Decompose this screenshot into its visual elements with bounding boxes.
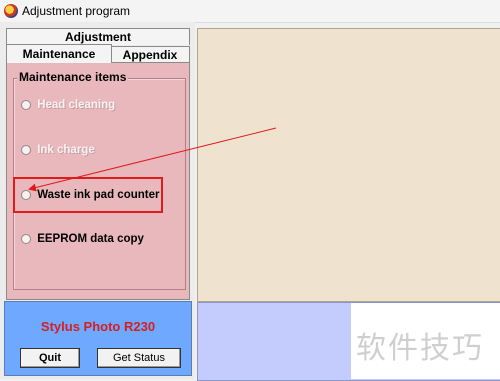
watermark-text: 软件技巧 — [356, 331, 484, 366]
option-ink-charge[interactable]: Ink charge — [21, 142, 95, 158]
tab-adjustment[interactable]: Adjustment — [6, 28, 190, 45]
model-panel: Stylus Photo R230 Quit Get Status — [4, 301, 192, 376]
option-label: Head cleaning — [37, 99, 116, 111]
option-label: Ink charge — [37, 144, 95, 156]
radio-button-icon[interactable] — [21, 144, 31, 155]
get-status-button[interactable]: Get Status — [97, 348, 181, 368]
window-title: Adjustment program — [22, 4, 131, 18]
highlight-box — [13, 177, 163, 213]
radio-button-icon[interactable] — [21, 99, 31, 110]
quit-button[interactable]: Quit — [20, 348, 80, 368]
tab-maintenance[interactable]: Maintenance — [6, 44, 112, 63]
option-label: EEPROM data copy — [37, 233, 144, 245]
option-head-cleaning[interactable]: Head cleaning — [21, 97, 115, 113]
app-icon — [4, 4, 18, 18]
group-title: Maintenance items — [17, 70, 129, 84]
option-eeprom-data-copy[interactable]: EEPROM data copy — [21, 231, 144, 247]
title-bar: Adjustment program — [0, 0, 500, 23]
info-panel — [197, 28, 500, 302]
model-name: Stylus Photo R230 — [40, 319, 156, 334]
radio-button-icon[interactable] — [21, 233, 31, 244]
